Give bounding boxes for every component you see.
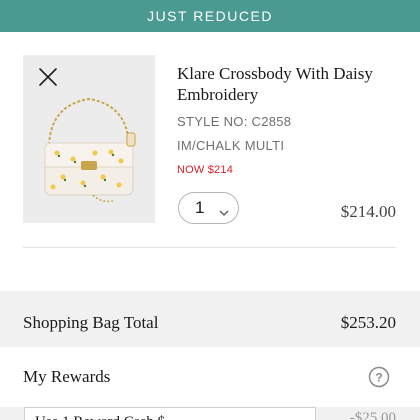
line-item-price: $214.00 bbox=[340, 202, 396, 221]
question-circle-icon[interactable]: ? bbox=[368, 366, 390, 388]
svg-text:?: ? bbox=[375, 371, 382, 385]
product-color: IM/CHALK MULTI bbox=[177, 138, 285, 153]
product-title[interactable]: Klare Crossbody With Daisy Embroidery bbox=[177, 63, 412, 105]
divider bbox=[23, 247, 396, 248]
total-value: $253.20 bbox=[340, 313, 396, 332]
quantity-select[interactable]: 1 bbox=[178, 192, 239, 224]
remove-item-close-icon[interactable] bbox=[38, 67, 58, 87]
banner-text: JUST REDUCED bbox=[147, 8, 273, 24]
total-label: Shopping Bag Total bbox=[23, 313, 159, 332]
reward-amount: -$25.00 bbox=[349, 410, 396, 420]
my-rewards-row: My Rewards ? bbox=[0, 347, 420, 407]
just-reduced-banner: JUST REDUCED bbox=[0, 0, 420, 32]
quantity-value: 1 bbox=[195, 198, 205, 217]
chevron-down-icon bbox=[219, 204, 229, 216]
shopping-bag-total-row: Shopping Bag Total $253.20 bbox=[0, 299, 420, 347]
rewards-label: My Rewards bbox=[23, 367, 111, 386]
reward-cash-option[interactable]: Use 1 Reward Cash $ bbox=[24, 407, 316, 420]
sale-price-badge: NOW $214 bbox=[177, 164, 234, 176]
style-number: STYLE NO: C2858 bbox=[177, 114, 292, 129]
